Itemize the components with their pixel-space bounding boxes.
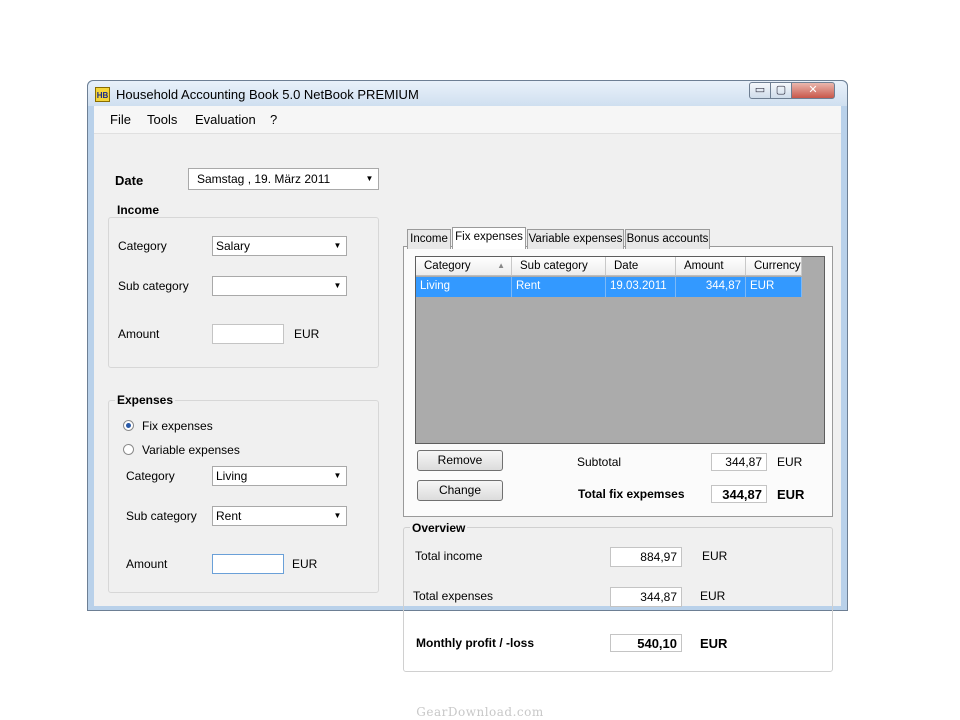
date-picker[interactable]: Samstag , 19. März 2011 ▼ xyxy=(188,168,379,190)
chevron-down-icon: ▼ xyxy=(333,511,342,520)
sort-ascending-icon: ▲ xyxy=(497,261,505,270)
window-title: Household Accounting Book 5.0 NetBook PR… xyxy=(116,87,419,102)
income-amount-input[interactable] xyxy=(212,324,284,344)
tab-income[interactable]: Income xyxy=(407,229,451,249)
overview-title: Overview xyxy=(410,521,468,535)
chevron-down-icon: ▼ xyxy=(333,471,342,480)
monthly-profit-field: 540,10 xyxy=(610,634,682,652)
total-fix-expenses-currency: EUR xyxy=(777,487,805,502)
expenses-category-label: Category xyxy=(126,469,175,483)
total-expenses-currency: EUR xyxy=(700,589,726,603)
monthly-profit-currency: EUR xyxy=(700,636,728,651)
cell-date: 19.03.2011 xyxy=(606,277,676,297)
fix-expenses-radio[interactable] xyxy=(123,420,134,431)
column-header-date[interactable]: Date xyxy=(606,257,676,276)
income-currency-label: EUR xyxy=(294,327,320,341)
total-income-currency: EUR xyxy=(702,549,728,563)
subtotal-field: 344,87 xyxy=(711,453,767,471)
variable-expenses-label[interactable]: Variable expenses xyxy=(142,443,240,457)
expenses-group-title: Expenses xyxy=(115,393,176,407)
total-fix-expenses-field: 344,87 xyxy=(711,485,767,503)
tab-bonus-accounts[interactable]: Bonus accounts xyxy=(625,229,710,249)
subtotal-label: Subtotal xyxy=(577,455,622,469)
expenses-subcategory-select[interactable]: Rent ▼ xyxy=(212,506,347,526)
fix-expenses-label[interactable]: Fix expenses xyxy=(142,419,213,433)
cell-category: Living xyxy=(416,277,512,297)
tab-variable-expenses[interactable]: Variable expenses xyxy=(527,229,624,249)
app-window: HB Household Accounting Book 5.0 NetBook… xyxy=(87,80,848,672)
menu-evaluation[interactable]: Evaluation xyxy=(195,112,256,127)
cell-currency: EUR xyxy=(746,277,802,297)
cell-subcategory: Rent xyxy=(512,277,606,297)
income-category-label: Category xyxy=(118,239,167,253)
column-header-currency[interactable]: Currency xyxy=(746,257,802,276)
total-income-label: Total income xyxy=(415,549,483,563)
income-category-value: Salary xyxy=(216,239,251,253)
cell-amount: 344,87 xyxy=(676,277,746,297)
table-row[interactable]: Living Rent 19.03.2011 344,87 EUR xyxy=(416,277,802,297)
monthly-profit-label: Monthly profit / -loss xyxy=(416,636,534,650)
client-area: File Tools Evaluation ? Date Samstag , 1… xyxy=(94,106,841,672)
income-amount-label: Amount xyxy=(118,327,160,341)
expenses-category-select[interactable]: Living ▼ xyxy=(212,466,347,486)
total-expenses-field: 344,87 xyxy=(610,587,682,607)
maximize-button[interactable]: ▢ xyxy=(770,82,792,99)
income-category-select[interactable]: Salary ▼ xyxy=(212,236,347,256)
expenses-currency-label: EUR xyxy=(292,557,318,571)
expenses-subcategory-value: Rent xyxy=(216,509,242,523)
income-subcategory-label: Sub category xyxy=(118,279,189,293)
expenses-amount-label: Amount xyxy=(126,557,168,571)
chevron-down-icon: ▼ xyxy=(333,281,342,290)
menu-help[interactable]: ? xyxy=(270,112,277,127)
column-header-category[interactable]: Category ▲ xyxy=(416,257,512,276)
chevron-down-icon: ▼ xyxy=(333,241,342,250)
total-income-field: 884,97 xyxy=(610,547,682,567)
change-button[interactable]: Change xyxy=(417,480,503,501)
column-header-amount[interactable]: Amount xyxy=(676,257,746,276)
menu-tools[interactable]: Tools xyxy=(147,112,177,127)
remove-button[interactable]: Remove xyxy=(417,450,503,471)
title-bar[interactable]: HB Household Accounting Book 5.0 NetBook… xyxy=(88,81,847,106)
chevron-down-icon: ▼ xyxy=(365,174,374,183)
expenses-table[interactable]: Category ▲ Sub category Date Amount Curr… xyxy=(415,256,825,444)
menu-bar: File Tools Evaluation ? xyxy=(94,106,841,134)
date-value: Samstag , 19. März 2011 xyxy=(197,172,331,186)
total-fix-expenses-label: Total fix expemses xyxy=(578,487,685,501)
menu-file[interactable]: File xyxy=(110,112,131,127)
column-header-subcategory[interactable]: Sub category xyxy=(512,257,606,276)
tab-fix-expenses[interactable]: Fix expenses xyxy=(452,227,526,249)
subtotal-currency: EUR xyxy=(777,455,803,469)
expenses-category-value: Living xyxy=(216,469,248,483)
variable-expenses-radio[interactable] xyxy=(123,444,134,455)
close-button[interactable]: ✕ xyxy=(791,82,835,99)
expenses-subcategory-label: Sub category xyxy=(126,509,197,523)
app-logo-icon: HB xyxy=(95,87,110,102)
minimize-button[interactable]: ▭ xyxy=(749,82,771,99)
date-label: Date xyxy=(115,173,144,188)
income-subcategory-select[interactable]: ▼ xyxy=(212,276,347,296)
watermark: GearDownload.com xyxy=(416,705,544,719)
income-group-title: Income xyxy=(115,203,162,217)
expenses-amount-input[interactable] xyxy=(212,554,284,574)
total-expenses-label: Total expenses xyxy=(413,589,494,603)
